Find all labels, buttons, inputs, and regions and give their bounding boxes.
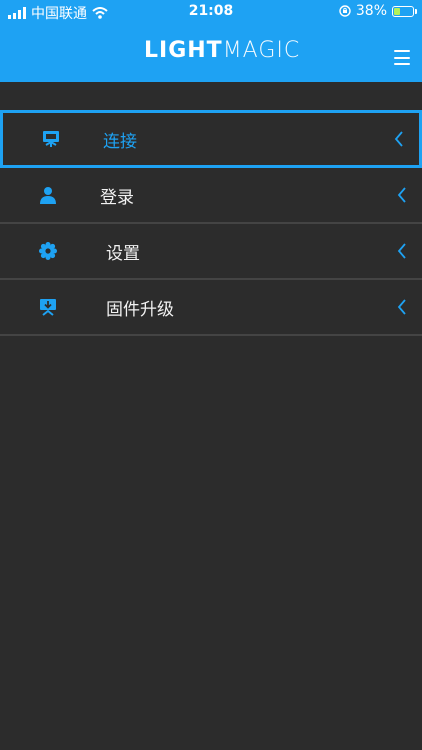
menu-item-label: 连接 bbox=[103, 131, 137, 152]
status-right: 38% bbox=[339, 3, 417, 19]
connect-icon bbox=[43, 131, 59, 147]
menu-item-connect[interactable]: 连接 bbox=[0, 110, 422, 168]
chevron-left-icon bbox=[397, 243, 406, 259]
firmware-upgrade-icon bbox=[40, 299, 56, 316]
orientation-lock-icon bbox=[339, 5, 351, 17]
app-logo: LIGHTMAGIC bbox=[144, 38, 300, 63]
menu-item-label: 设置 bbox=[106, 243, 140, 264]
menu-item-settings[interactable]: 设置 bbox=[0, 224, 422, 280]
menu-item-firmware[interactable]: 固件升级 bbox=[0, 280, 422, 336]
logo-bold-text: LIGHT bbox=[144, 38, 223, 63]
user-icon bbox=[40, 187, 56, 204]
chevron-left-icon bbox=[397, 187, 406, 203]
status-bar: 中国联通 21:08 38% bbox=[0, 0, 422, 24]
menu-item-label: 登录 bbox=[100, 187, 134, 208]
menu-item-login[interactable]: 登录 bbox=[0, 168, 422, 224]
side-menu: 连接 登录 设置 固件升级 bbox=[0, 110, 422, 336]
logo-thin-text: MAGIC bbox=[222, 38, 301, 63]
hamburger-icon[interactable] bbox=[394, 50, 410, 65]
menu-item-label: 固件升级 bbox=[106, 299, 174, 320]
chevron-left-icon bbox=[394, 131, 403, 147]
battery-icon bbox=[392, 5, 417, 17]
battery-percent: 38% bbox=[355, 3, 387, 19]
top-bar: 中国联通 21:08 38% LIGHTMAGIC bbox=[0, 0, 422, 82]
battery-fill bbox=[394, 7, 401, 15]
chevron-left-icon bbox=[397, 299, 406, 315]
gear-icon bbox=[39, 242, 57, 260]
